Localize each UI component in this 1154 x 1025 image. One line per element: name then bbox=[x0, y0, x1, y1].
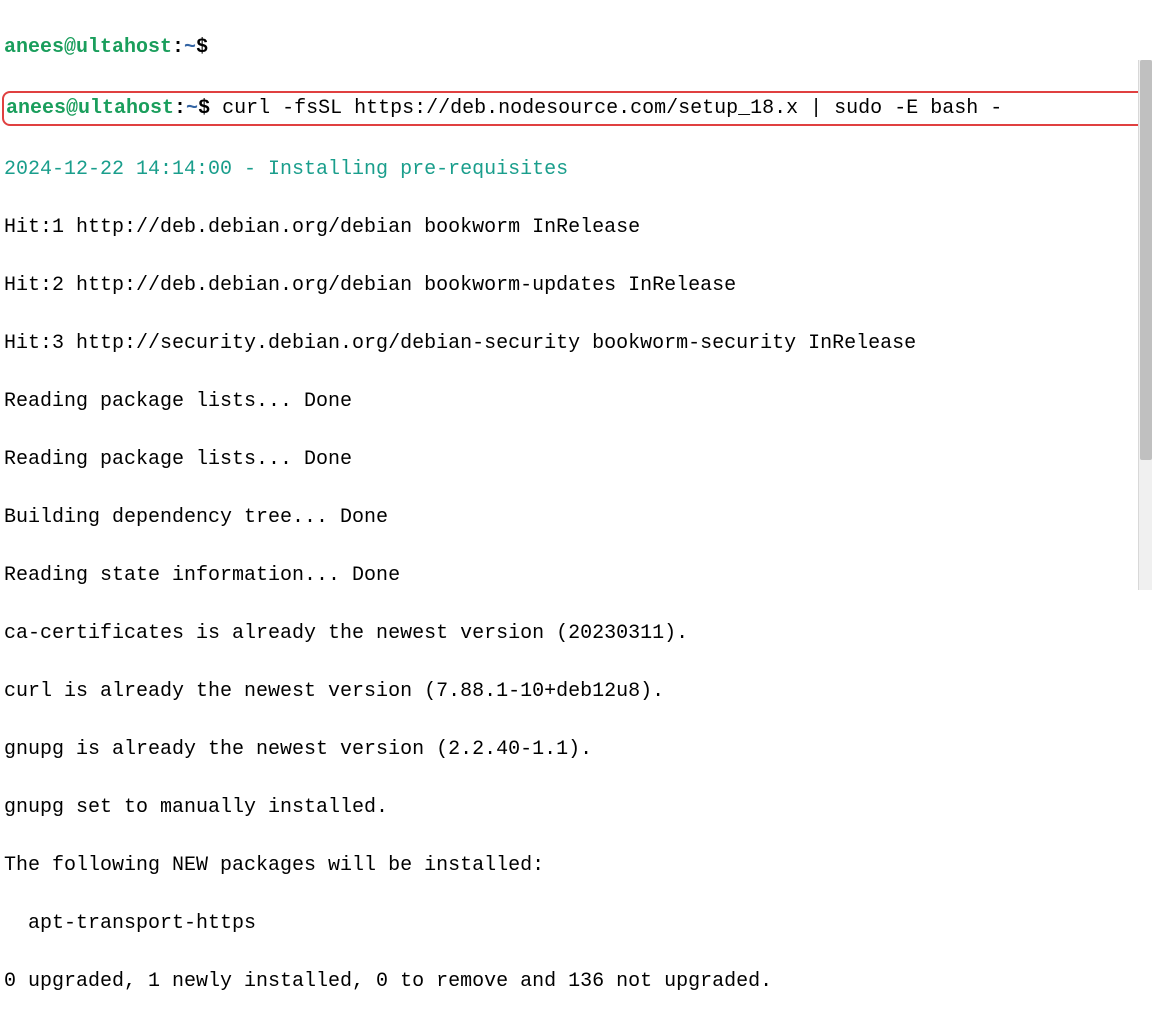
scrollbar-thumb[interactable] bbox=[1140, 60, 1152, 460]
prompt-path: ~ bbox=[186, 97, 198, 120]
prompt-colon: : bbox=[172, 36, 184, 59]
output-line: Hit:2 http://deb.debian.org/debian bookw… bbox=[4, 271, 1150, 300]
prompt-dollar: $ bbox=[196, 36, 208, 59]
output-line: Reading package lists... Done bbox=[4, 445, 1150, 474]
output-line: The following NEW packages will be insta… bbox=[4, 851, 1150, 880]
terminal-output: anees@ultahost:~$ anees@ultahost:~$ curl… bbox=[4, 4, 1150, 1025]
prompt-user: anees@ultahost bbox=[4, 36, 172, 59]
output-line: apt-transport-https bbox=[4, 909, 1150, 938]
prompt-colon: : bbox=[174, 97, 186, 120]
output-line: Hit:3 http://security.debian.org/debian-… bbox=[4, 329, 1150, 358]
prompt-user: anees@ultahost bbox=[6, 97, 174, 120]
output-line: Hit:1 http://deb.debian.org/debian bookw… bbox=[4, 213, 1150, 242]
output-line: ca-certificates is already the newest ve… bbox=[4, 619, 1150, 648]
scrollbar[interactable] bbox=[1138, 60, 1152, 590]
output-line: gnupg set to manually installed. bbox=[4, 793, 1150, 822]
prompt-path: ~ bbox=[184, 36, 196, 59]
prompt-line-1: anees@ultahost:~$ bbox=[4, 33, 1150, 62]
output-line: curl is already the newest version (7.88… bbox=[4, 677, 1150, 706]
highlighted-command: anees@ultahost:~$ curl -fsSL https://deb… bbox=[2, 91, 1152, 126]
status-line: 2024-12-22 14:14:00 - Installing pre-req… bbox=[4, 155, 1150, 184]
command-text[interactable]: curl -fsSL https://deb.nodesource.com/se… bbox=[210, 97, 1002, 120]
output-line: gnupg is already the newest version (2.2… bbox=[4, 735, 1150, 764]
output-line: Reading package lists... Done bbox=[4, 387, 1150, 416]
prompt-dollar: $ bbox=[198, 97, 210, 120]
output-line: Reading state information... Done bbox=[4, 561, 1150, 590]
output-line: 0 upgraded, 1 newly installed, 0 to remo… bbox=[4, 967, 1150, 996]
output-line: Building dependency tree... Done bbox=[4, 503, 1150, 532]
